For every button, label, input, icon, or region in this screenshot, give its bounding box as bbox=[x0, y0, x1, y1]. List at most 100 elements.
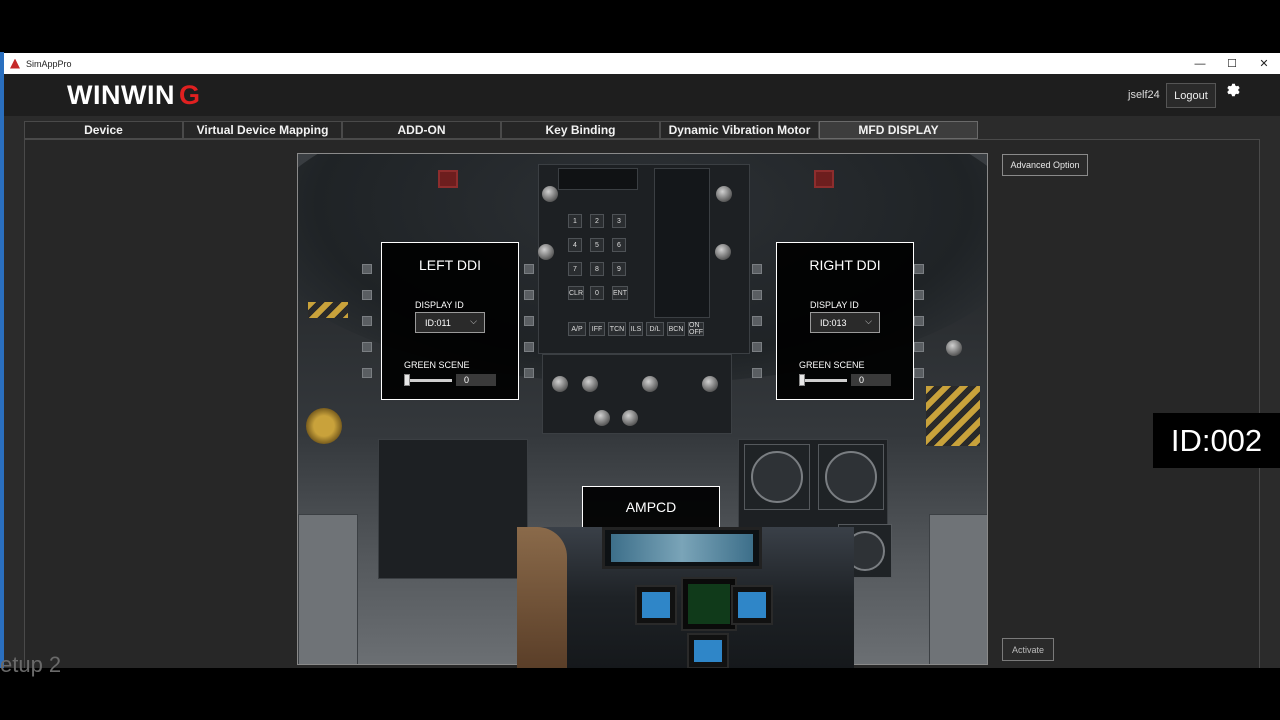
panel-knob bbox=[594, 410, 610, 426]
photo-mfd-screen bbox=[642, 592, 670, 618]
ufc-key: 7 bbox=[568, 262, 582, 276]
gear-icon[interactable] bbox=[1223, 82, 1241, 100]
ddi-button bbox=[752, 368, 762, 378]
ddi-button bbox=[362, 368, 372, 378]
left-display-id-value: ID:011 bbox=[425, 317, 451, 328]
ufc-key: 9 bbox=[612, 262, 626, 276]
ddi-button bbox=[752, 342, 762, 352]
jettison-knob bbox=[306, 408, 342, 444]
ampcd-title: AMPCD bbox=[625, 499, 677, 515]
hazard-stripes bbox=[926, 386, 980, 446]
advanced-option-button[interactable]: Advanced Option bbox=[1002, 154, 1088, 176]
panel-knob bbox=[702, 376, 718, 392]
right-display-id-select[interactable]: ID:013 ⌵ bbox=[810, 312, 880, 333]
side-console-left bbox=[298, 514, 358, 664]
ufc-key: 8 bbox=[590, 262, 604, 276]
left-green-scene-slider[interactable] bbox=[404, 374, 410, 386]
photo-right-mfd bbox=[731, 585, 773, 625]
ufc-key: CLR bbox=[568, 286, 584, 300]
ufc-key: 3 bbox=[612, 214, 626, 228]
panel-knob bbox=[582, 376, 598, 392]
minimize-button[interactable]: — bbox=[1184, 53, 1216, 74]
ufc-key: TCN bbox=[608, 322, 626, 336]
ddi-button bbox=[362, 342, 372, 352]
tab-dynamic-vibration-motor[interactable]: Dynamic Vibration Motor bbox=[660, 121, 819, 139]
brightness-knob bbox=[716, 186, 732, 202]
brightness-knob bbox=[542, 186, 558, 202]
panel-knob bbox=[642, 376, 658, 392]
left-ddi-title: LEFT DDI bbox=[419, 257, 481, 273]
gauge-face bbox=[751, 451, 803, 503]
ddi-button bbox=[914, 342, 924, 352]
ddi-button bbox=[914, 290, 924, 300]
app-icon bbox=[10, 58, 20, 69]
ufc-key: 1 bbox=[568, 214, 582, 228]
panel-knob bbox=[552, 376, 568, 392]
ufc-key: 4 bbox=[568, 238, 582, 252]
ddi-button bbox=[524, 316, 534, 326]
ufc-key: 5 bbox=[590, 238, 604, 252]
right-display-id-value: ID:013 bbox=[820, 317, 847, 328]
ufc-key: ILS bbox=[629, 322, 643, 336]
screen: SimAppPro — ☐ ✕ WINWIN G jself24 Logout D… bbox=[0, 0, 1280, 720]
lower-panel bbox=[542, 354, 732, 434]
logout-button[interactable]: Logout bbox=[1166, 83, 1216, 108]
photo-mfd-screen bbox=[694, 640, 722, 662]
tab-mfd-display[interactable]: MFD DISPLAY bbox=[819, 121, 978, 139]
left-display-id-select[interactable]: ID:011 ⌵ bbox=[415, 312, 485, 333]
app-header: WINWIN G jself24 Logout bbox=[4, 74, 1280, 116]
tab-virtual-device-mapping[interactable]: Virtual Device Mapping bbox=[183, 121, 342, 139]
activate-button[interactable]: Activate bbox=[1002, 638, 1054, 661]
gauge-face bbox=[825, 451, 877, 503]
ddi-button bbox=[914, 316, 924, 326]
webcam-inset bbox=[517, 527, 854, 668]
brand-name: WINWIN bbox=[67, 80, 175, 110]
right-display-id-label: DISPLAY ID bbox=[810, 300, 859, 310]
warning-light bbox=[814, 170, 834, 188]
close-button[interactable]: ✕ bbox=[1248, 53, 1280, 74]
tab-device[interactable]: Device bbox=[24, 121, 183, 139]
id-overlay: ID:002 bbox=[1153, 413, 1280, 468]
chevron-down-icon: ⌵ bbox=[470, 316, 477, 326]
left-green-scene-label: GREEN SCENE bbox=[404, 360, 470, 370]
title-bar: SimAppPro — ☐ ✕ bbox=[4, 53, 1280, 74]
right-green-scene-value[interactable]: 0 bbox=[851, 374, 891, 386]
ufc-key: D/L bbox=[646, 322, 664, 336]
left-green-scene-track bbox=[406, 379, 452, 382]
right-green-scene-track bbox=[801, 379, 847, 382]
ddi-button bbox=[362, 316, 372, 326]
app-window: SimAppPro — ☐ ✕ WINWIN G jself24 Logout D… bbox=[4, 53, 1280, 668]
ddi-button bbox=[362, 264, 372, 274]
main-tabs: Device Virtual Device Mapping ADD-ON Key… bbox=[24, 121, 978, 139]
ufc-key: BCN bbox=[667, 322, 685, 336]
warning-light bbox=[438, 170, 458, 188]
tab-add-on[interactable]: ADD-ON bbox=[342, 121, 501, 139]
right-ddi-title: RIGHT DDI bbox=[809, 257, 881, 273]
side-panel-left bbox=[378, 439, 528, 579]
radar-gauge bbox=[818, 444, 884, 510]
ddi-button bbox=[752, 316, 762, 326]
photo-mfd-screen bbox=[688, 584, 730, 624]
volume-knob bbox=[715, 244, 731, 260]
brand-mark: G bbox=[178, 80, 201, 110]
photo-mfd-screen bbox=[738, 592, 766, 618]
ddi-button bbox=[524, 290, 534, 300]
left-display-id-label: DISPLAY ID bbox=[415, 300, 464, 310]
ddi-button bbox=[524, 342, 534, 352]
chevron-down-icon: ⌵ bbox=[865, 316, 872, 326]
ufc-key: A/P bbox=[568, 322, 586, 336]
hazard-stripes bbox=[308, 302, 348, 318]
ddi-button bbox=[524, 264, 534, 274]
right-green-scene-slider[interactable] bbox=[799, 374, 805, 386]
ufc-key: 6 bbox=[612, 238, 626, 252]
photo-monitor bbox=[602, 527, 762, 569]
left-ddi-panel: LEFT DDI DISPLAY ID ID:011 ⌵ GREEN SCENE… bbox=[381, 242, 519, 400]
window-title: SimAppPro bbox=[26, 58, 72, 69]
maximize-button[interactable]: ☐ bbox=[1216, 53, 1248, 74]
right-green-scene-label: GREEN SCENE bbox=[799, 360, 865, 370]
left-green-scene-value[interactable]: 0 bbox=[456, 374, 496, 386]
photo-center-mfd bbox=[681, 577, 737, 631]
tab-key-binding[interactable]: Key Binding bbox=[501, 121, 660, 139]
background-window-text: etup 2 bbox=[0, 652, 62, 677]
ampcd-panel: AMPCD bbox=[582, 486, 720, 530]
